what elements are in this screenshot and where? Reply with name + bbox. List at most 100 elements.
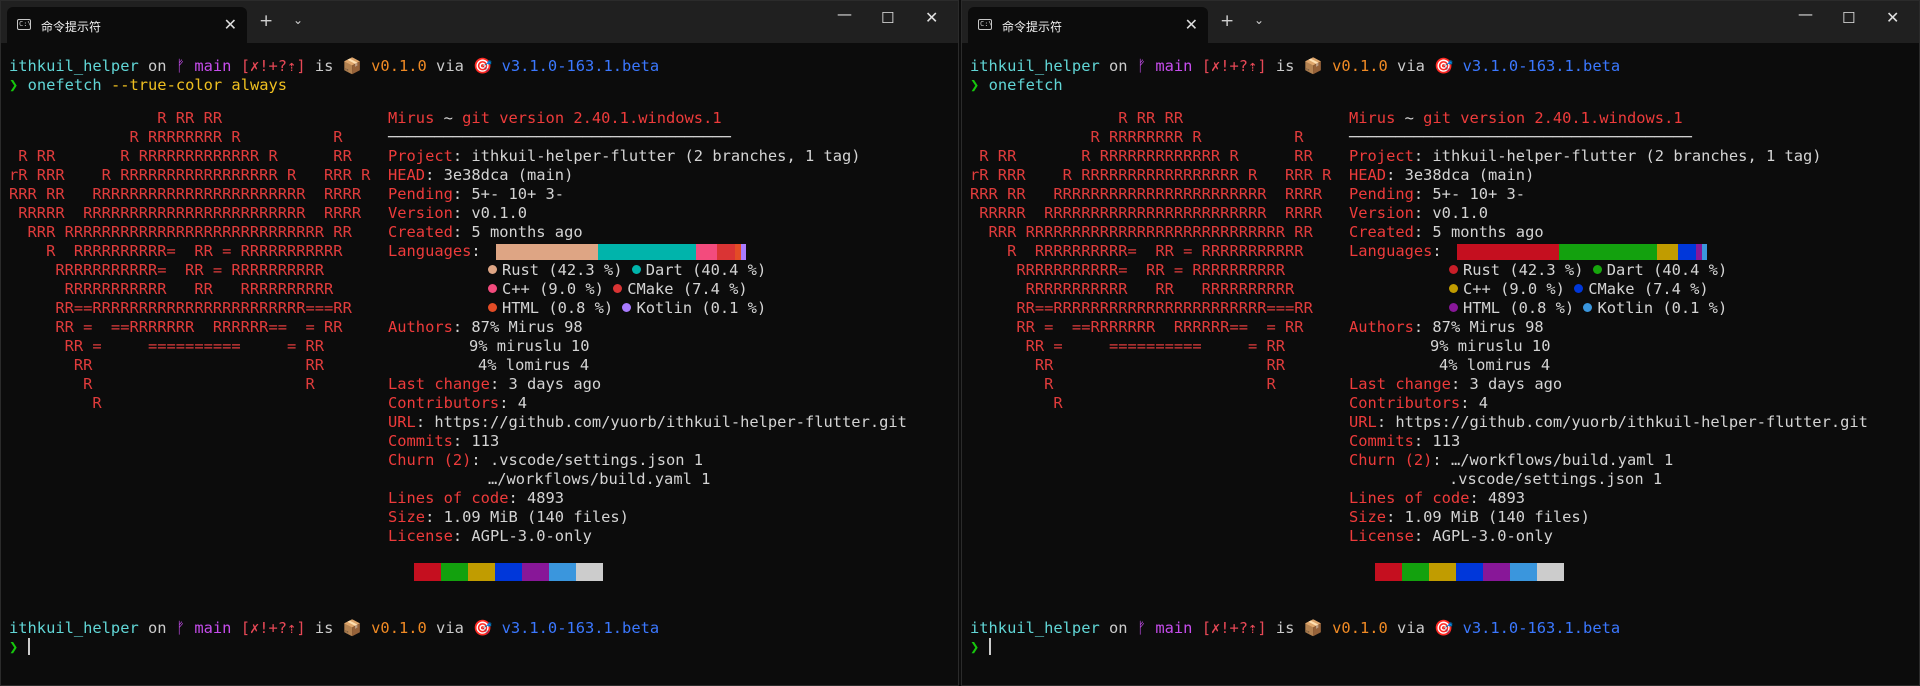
logo-line: R xyxy=(9,394,102,412)
chevron-down-icon[interactable]: ⌄ xyxy=(293,13,303,27)
palette-swatch xyxy=(576,563,603,581)
info-lines-of-code: Lines of code: 4893 xyxy=(1349,489,1526,507)
terminal-output[interactable]: ithkuil_helper on ᚠ main [✗!+?⇡] is 📦 v0… xyxy=(9,43,958,685)
git-branch: main xyxy=(1155,57,1193,75)
info-created: Created: 5 months ago xyxy=(388,223,583,241)
package-icon: 📦 xyxy=(1303,57,1323,75)
logo-line: RRR RRRRRRRRRRRRRRRRRRRRRRRRRRRR RR xyxy=(9,223,352,241)
info-authors: Authors: 87% Mirus 98 xyxy=(388,318,583,336)
maximize-button[interactable]: ☐ xyxy=(881,9,894,27)
info-underline: ───────────────────────────────────── xyxy=(388,128,731,146)
lang-row-1: Rust (42.3 %) Dart (40.4 %) xyxy=(488,261,766,280)
language-bar-segment xyxy=(598,244,696,260)
prompt-line-2: ithkuil_helper on ᚠ main [✗!+?⇡] is 📦 v0… xyxy=(9,619,660,637)
info-author-2: 9% miruslu 10 xyxy=(1430,337,1551,355)
logo-line: RR = ========== = RR xyxy=(970,337,1286,355)
logo-line: RR RR xyxy=(970,356,1286,374)
info-churn-2: …/workflows/build.yaml 1 xyxy=(488,470,711,488)
logo-line: RRRRR RRRRRRRRRRRRRRRRRRRRRRRR RRRR xyxy=(970,204,1323,222)
info-project: Project: ithkuil-helper-flutter (2 branc… xyxy=(1349,147,1822,165)
logo-line: RRRRRRRRRRR= RR = RRRRRRRRRR xyxy=(970,261,1286,279)
language-bar-segment xyxy=(1678,244,1697,260)
maximize-button[interactable]: ☐ xyxy=(1842,9,1855,27)
command-name: onefetch xyxy=(27,76,102,94)
prompt-dir: ithkuil_helper xyxy=(970,57,1100,75)
new-tab-button[interactable]: + xyxy=(259,11,273,31)
info-authors: Authors: 87% Mirus 98 xyxy=(1349,318,1544,336)
lang-row-1: Rust (42.3 %) Dart (40.4 %) xyxy=(1449,261,1727,280)
palette-swatch xyxy=(1537,563,1564,581)
cmd-icon: C:\ xyxy=(17,19,32,30)
chevron-down-icon[interactable]: ⌄ xyxy=(1254,13,1264,27)
logo-line: R RR RR xyxy=(9,109,223,127)
new-tab-button[interactable]: + xyxy=(1220,11,1234,31)
logo-line: RRRRRRRRRRR RR RRRRRRRRRR xyxy=(9,280,334,298)
tool-version: v3.1.0-163.1.beta xyxy=(1462,57,1621,75)
logo-line: R RRRRRRRRRR= RR = RRRRRRRRRRR xyxy=(970,242,1304,260)
info-license: License: AGPL-3.0-only xyxy=(388,527,592,545)
palette-swatch xyxy=(1429,563,1456,581)
lang-dot-4 xyxy=(1574,284,1584,293)
terminal-window-right: C:\ 命令提示符 ✕ + ⌄ — ☐ ✕ ithkuil_helper on … xyxy=(961,0,1920,686)
info-license: License: AGPL-3.0-only xyxy=(1349,527,1553,545)
language-bar-segment xyxy=(717,244,736,260)
info-size: Size: 1.09 MiB (140 files) xyxy=(1349,508,1590,526)
logo-line: R RR R RRRRRRRRRRRRR R RR xyxy=(970,147,1313,165)
lang-row-2: C++ (9.0 %) CMake (7.4 %) xyxy=(488,280,748,299)
info-churn-2: .vscode/settings.json 1 xyxy=(1449,470,1663,488)
lang-dot-6 xyxy=(1583,303,1593,312)
command-name: onefetch xyxy=(988,76,1063,94)
lang-row-2: C++ (9.0 %) CMake (7.4 %) xyxy=(1449,280,1709,299)
minimize-button[interactable]: — xyxy=(837,5,852,23)
info-version: Version: v0.1.0 xyxy=(388,204,528,222)
close-window-button[interactable]: ✕ xyxy=(925,8,938,27)
logo-line: R RRRRRRRR R R xyxy=(970,128,1304,146)
minimize-button[interactable]: — xyxy=(1798,5,1813,23)
terminal-output[interactable]: ithkuil_helper on ᚠ main [✗!+?⇡] is 📦 v0… xyxy=(970,43,1919,685)
info-author-2: 9% miruslu 10 xyxy=(469,337,590,355)
terminal-tab[interactable]: C:\ 命令提示符 ✕ xyxy=(7,7,247,43)
lang-row-3: HTML (0.8 %) Kotlin (0.1 %) xyxy=(1449,299,1727,318)
git-branch: main xyxy=(194,57,232,75)
info-project: Project: ithkuil-helper-flutter (2 branc… xyxy=(388,147,861,165)
lang-dot-6 xyxy=(622,303,632,312)
language-bar-segment xyxy=(496,244,599,260)
cmd-icon: C:\ xyxy=(978,19,993,30)
info-commits: Commits: 113 xyxy=(388,432,500,450)
prompt-via: via xyxy=(436,57,464,75)
palette-swatch xyxy=(468,563,495,581)
palette-swatch xyxy=(1456,563,1483,581)
prompt-arrow: ❯ xyxy=(970,76,980,94)
logo-line: RR = ========== = RR xyxy=(9,337,325,355)
target-icon: 🎯 xyxy=(473,57,493,75)
lang-dot-3 xyxy=(1449,284,1458,293)
command-line: ❯ onefetch xyxy=(970,76,1063,95)
tab-title: 命令提示符 xyxy=(1002,20,1063,34)
info-last-change: Last change: 3 days ago xyxy=(388,375,602,393)
title-bar: C:\ 命令提示符 ✕ + ⌄ — ☐ ✕ xyxy=(962,1,1919,43)
git-status: [✗!+?⇡] xyxy=(240,57,306,75)
info-contributors: Contributors: 4 xyxy=(1349,394,1489,412)
lang-row-3: HTML (0.8 %) Kotlin (0.1 %) xyxy=(488,299,766,318)
lang-dot-3 xyxy=(488,284,497,293)
prompt-arrow-2: ❯ xyxy=(9,638,19,656)
info-lines-of-code: Lines of code: 4893 xyxy=(388,489,565,507)
logo-line: R RR R RRRRRRRRRRRRR R RR xyxy=(9,147,352,165)
logo-line: RR = ==RRRRRRR RRRRRR== = RR xyxy=(970,318,1304,336)
close-tab-icon[interactable]: ✕ xyxy=(224,15,237,34)
palette-swatch xyxy=(1483,563,1510,581)
target-icon: 🎯 xyxy=(1434,57,1454,75)
language-bar-segment xyxy=(1457,244,1560,260)
color-palette xyxy=(414,563,603,581)
branch-icon: ᚠ xyxy=(1136,57,1147,75)
color-palette xyxy=(1375,563,1564,581)
palette-swatch xyxy=(522,563,549,581)
prompt-line: ithkuil_helper on ᚠ main [✗!+?⇡] is 📦 v0… xyxy=(9,57,659,76)
info-header: Mirus ~ git version 2.40.1.windows.1 xyxy=(388,109,722,127)
info-churn: Churn (2): .vscode/settings.json 1 xyxy=(388,451,704,469)
close-tab-icon[interactable]: ✕ xyxy=(1185,15,1198,34)
input-line[interactable]: ❯ xyxy=(970,638,991,657)
terminal-tab[interactable]: C:\ 命令提示符 ✕ xyxy=(968,7,1208,43)
close-window-button[interactable]: ✕ xyxy=(1886,8,1899,27)
input-line[interactable]: ❯ xyxy=(9,638,30,657)
